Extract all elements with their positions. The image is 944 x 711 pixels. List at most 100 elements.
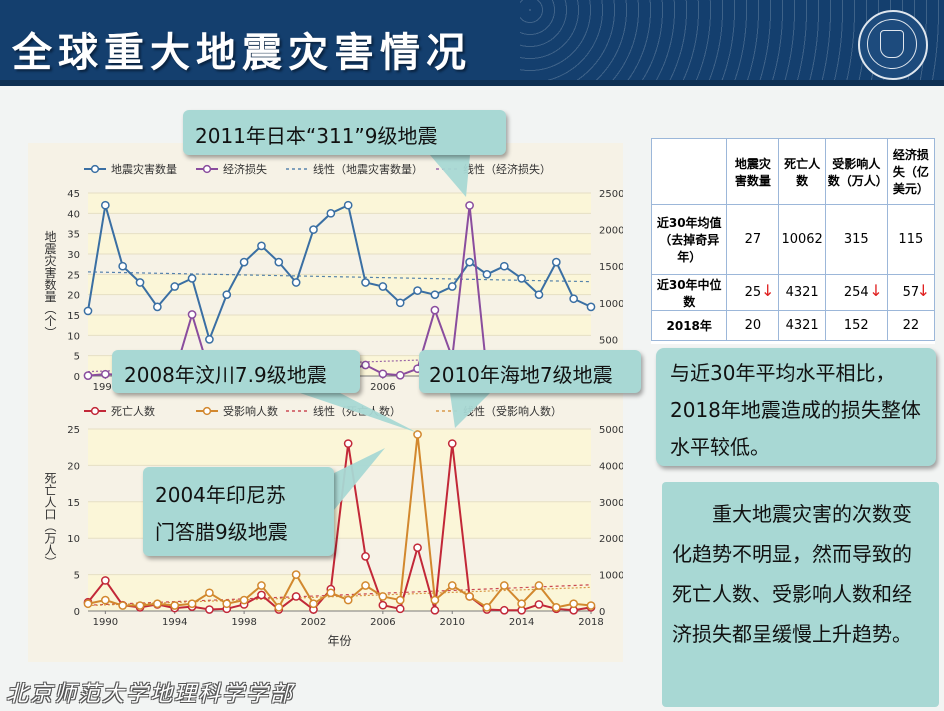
data-point: [83, 371, 93, 380]
data-point: [499, 261, 509, 271]
data-point: [413, 286, 422, 295]
data-point: [378, 282, 388, 291]
y-tick-label: 5: [74, 571, 80, 582]
data-point: [153, 302, 162, 312]
trend-summary-box: 重大地震灾害的次数变化趋势不明显，然而导致的死亡人数、受影响人数和经济损失都呈缓…: [662, 482, 939, 707]
logo-shield-icon: [880, 30, 904, 58]
y-tick-label: 20: [67, 291, 80, 302]
data-point: [517, 274, 526, 283]
data-point: [586, 302, 596, 312]
data-point: [447, 439, 457, 448]
legend-label: 线性（经济损失）: [463, 162, 551, 176]
data-point: [482, 269, 492, 279]
data-point: [361, 581, 370, 590]
data-point: [222, 290, 232, 300]
data-point: [413, 543, 422, 553]
data-point: [361, 552, 370, 561]
legend-marker: [90, 164, 100, 174]
legend-marker: [202, 406, 212, 416]
callout-sumatra: 2004年印尼苏 门答腊9级地震: [143, 467, 334, 556]
footer-org-name: 北京师范大学地理科学学部: [6, 682, 295, 707]
data-point: [551, 603, 561, 612]
data-point: [326, 208, 336, 218]
y-tick-label: 10: [67, 331, 80, 342]
table-header-cell: 经济损失（亿美元）: [886, 138, 936, 205]
callout-japan-text: 2011年日本“311”9级地震: [195, 124, 438, 148]
data-point: [569, 599, 579, 609]
y2-tick-label: 2000: [599, 534, 623, 545]
table-row-label: 近30年中位数: [650, 274, 728, 311]
x-tick-label: 2010: [440, 617, 465, 628]
y-tick-label: 25: [67, 270, 80, 281]
header-bar: 全球重大地震灾害情况: [0, 0, 944, 86]
data-point: [378, 592, 388, 601]
legend-label: 线性（地震灾害数量）: [313, 162, 423, 176]
charts-svg: 0 5 10 15 20 25 30 35 40 45 0 500 1000 1500 2000 2500 19…: [43, 155, 650, 648]
y2-tick-label: 1500: [599, 262, 623, 273]
y-tick-label: 20: [67, 461, 80, 472]
data-point: [326, 588, 336, 598]
table-cell: 4321: [778, 310, 826, 341]
legend-marker: [90, 406, 100, 416]
y2-tick-label: 5000: [599, 425, 623, 436]
table-cell: 22: [886, 310, 936, 341]
stats-table-wrap: 地震灾害数量 死亡人数 受影响人数（万人） 经济损失（亿美元） 近30年均值（去…: [650, 138, 936, 344]
data-point: [100, 595, 110, 605]
data-point: [135, 278, 145, 287]
data-point: [100, 369, 110, 379]
y-tick-label: 30: [67, 250, 80, 261]
data-point: [100, 200, 110, 210]
legend-label: 死亡人数: [111, 404, 155, 418]
table-row: 近30年均值（去掉奇异年） 27 10062 315 115: [650, 204, 936, 275]
data-point: [499, 581, 509, 590]
data-point: [222, 599, 232, 609]
y-tick-label: 40: [67, 209, 80, 220]
y-tick-label: 10: [67, 534, 80, 545]
y-tick-label: 0: [74, 372, 80, 383]
comparison-text: 与近30年平均水平相比，2018年地震造成的损失整体水平较低。: [670, 361, 921, 459]
data-point: [274, 603, 284, 612]
data-point: [291, 278, 301, 287]
data-point: [586, 601, 596, 610]
x-tick-label: 1994: [162, 617, 187, 628]
data-point: [153, 599, 162, 609]
y2-tick-label: 2000: [599, 226, 623, 237]
chart-band: [88, 429, 591, 466]
x-tick-label: 2014: [509, 617, 534, 628]
data-point: [499, 605, 509, 615]
data-point: [378, 600, 388, 610]
y2-tick-label: 500: [599, 335, 618, 346]
callout-sumatra-line1: 2004年印尼苏: [155, 483, 286, 507]
table-header-cell: 地震灾害数量: [726, 138, 780, 205]
header-stripe: [0, 80, 944, 86]
y2-tick-label: 2500: [599, 189, 623, 200]
legend-label: 线性（受影响人数）: [463, 404, 562, 418]
data-point: [378, 369, 388, 379]
data-point: [205, 605, 214, 614]
data-point: [274, 257, 284, 267]
data-point: [239, 257, 249, 267]
y2-tick-label: 4000: [599, 461, 623, 472]
y2-tick-label: 1000: [599, 299, 623, 310]
table-cell-value: 25: [744, 285, 762, 300]
callout-japan: 2011年日本“311”9级地震: [183, 110, 506, 155]
y2-tick-label: 3000: [599, 498, 623, 509]
down-arrow-icon: ↓: [761, 281, 775, 300]
table-corner-cell: [650, 138, 728, 205]
chart-band: [88, 274, 591, 295]
data-point: [534, 600, 544, 609]
data-point: [361, 278, 370, 287]
data-point: [395, 595, 405, 605]
x-tick-label: 2006: [370, 382, 395, 393]
x-tick-label: 2006: [370, 617, 395, 628]
table-row: 近30年中位数 25 ↓ 4321 254 ↓ 57 ↓: [650, 274, 936, 311]
data-point: [83, 306, 93, 316]
y-tick-label: 15: [67, 498, 80, 509]
table-cell: 4321: [778, 274, 826, 311]
x-tick-label: 2018: [578, 617, 603, 628]
data-point: [395, 604, 405, 614]
callout-haiti-text: 2010年海地7级地震: [429, 363, 613, 387]
callout-wenchuan-text: 2008年汶川7.9级地震: [124, 363, 327, 387]
data-point: [361, 360, 370, 370]
data-point: [395, 298, 405, 308]
